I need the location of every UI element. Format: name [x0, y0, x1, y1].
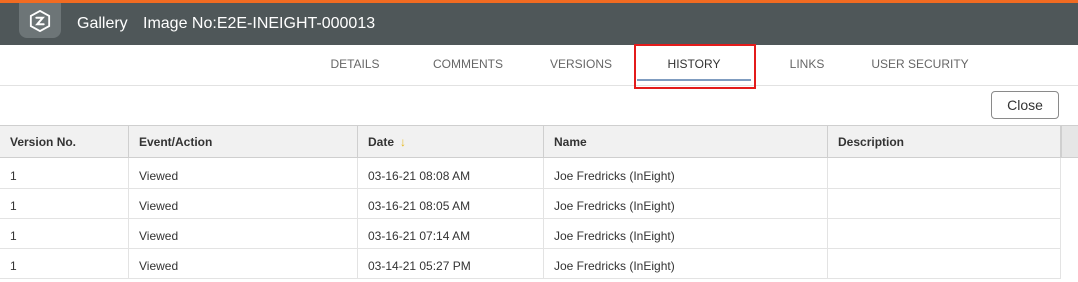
tab-user-security[interactable]: USER SECURITY [866, 45, 974, 83]
scrollbar-corner [1061, 126, 1078, 158]
title-bar: Gallery Image No:E2E-INEIGHT-000013 [0, 3, 1078, 45]
app-name: Gallery [77, 15, 128, 32]
close-button[interactable]: Close [991, 91, 1059, 119]
cell-version: 1 [0, 158, 129, 188]
tab-links[interactable]: LINKS [780, 45, 834, 83]
table-row[interactable]: 1 Viewed 03-16-21 08:08 AM Joe Fredricks… [0, 158, 1061, 189]
cell-event: Viewed [129, 248, 358, 278]
table-row[interactable]: 1 Viewed 03-16-21 07:14 AM Joe Fredricks… [0, 218, 1061, 249]
cell-name: Joe Fredricks (InEight) [544, 188, 828, 218]
tab-versions[interactable]: VERSIONS [545, 45, 617, 83]
tab-history[interactable]: HISTORY [637, 45, 751, 83]
image-title: Image No:E2E-INEIGHT-000013 [143, 15, 376, 32]
column-header-version[interactable]: Version No. [0, 126, 129, 157]
cell-date: 03-16-21 08:08 AM [358, 158, 544, 188]
cell-event: Viewed [129, 218, 358, 248]
cell-name: Joe Fredricks (InEight) [544, 218, 828, 248]
cell-description [828, 188, 1061, 218]
column-header-name[interactable]: Name [544, 126, 828, 157]
cell-date: 03-16-21 08:05 AM [358, 188, 544, 218]
table-row[interactable]: 1 Viewed 03-16-21 08:05 AM Joe Fredricks… [0, 188, 1061, 219]
cell-event: Viewed [129, 188, 358, 218]
cell-date: 03-14-21 05:27 PM [358, 248, 544, 278]
column-header-description[interactable]: Description [828, 126, 1061, 157]
app-logo [19, 3, 61, 38]
column-header-date-label: Date [368, 135, 395, 149]
grid-header: Version No. Event/Action Date ↓ Name Desc… [0, 126, 1061, 158]
cell-date: 03-16-21 07:14 AM [358, 218, 544, 248]
column-header-date[interactable]: Date ↓ [358, 126, 544, 157]
cell-version: 1 [0, 188, 129, 218]
table-row[interactable]: 1 Viewed 03-14-21 05:27 PM Joe Fredricks… [0, 248, 1061, 279]
cell-version: 1 [0, 248, 129, 278]
cell-name: Joe Fredricks (InEight) [544, 158, 828, 188]
logo-icon [29, 9, 51, 32]
cell-description [828, 158, 1061, 188]
tab-comments[interactable]: COMMENTS [428, 45, 508, 83]
tab-bar: DETAILS COMMENTS VERSIONS HISTORY LINKS … [0, 45, 1078, 86]
cell-description [828, 248, 1061, 278]
cell-description [828, 218, 1061, 248]
cell-event: Viewed [129, 158, 358, 188]
history-grid: Version No. Event/Action Date ↓ Name Desc… [0, 125, 1078, 282]
cell-version: 1 [0, 218, 129, 248]
tab-details[interactable]: DETAILS [318, 45, 392, 83]
cell-name: Joe Fredricks (InEight) [544, 248, 828, 278]
sort-descending-icon[interactable]: ↓ [400, 126, 406, 158]
column-header-event[interactable]: Event/Action [129, 126, 358, 157]
